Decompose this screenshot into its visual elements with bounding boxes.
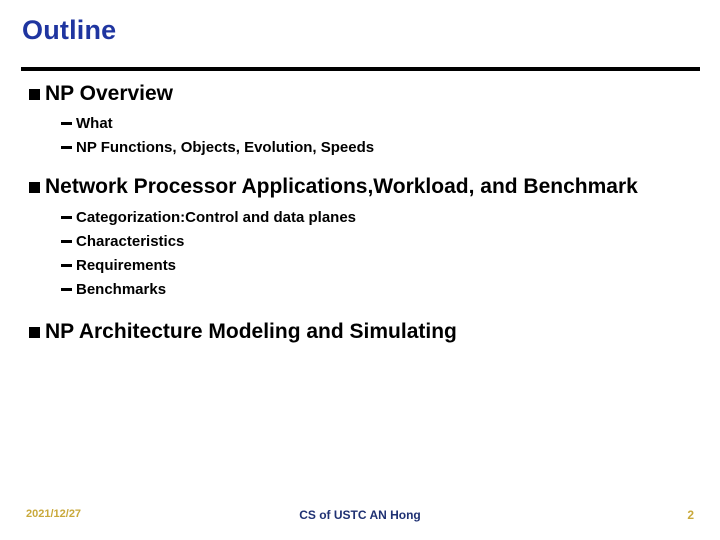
bullet-level2: Benchmarks (0, 278, 720, 302)
dash-bullet-icon (61, 122, 72, 126)
slide-body: NP Overview What NP Functions, Objects, … (0, 80, 720, 350)
bullet-level2-label: Characteristics (76, 232, 185, 250)
slide-footer: 2021/12/27 CS of USTC AN Hong 2 (0, 508, 720, 532)
bullet-level2: Requirements (0, 254, 720, 278)
bullet-level1-label: NP Overview (45, 82, 174, 105)
bullet-level2-group: Categorization:Control and data planes C… (0, 206, 720, 302)
bullet-level2-label: Benchmarks (76, 280, 167, 298)
dash-bullet-icon (61, 146, 72, 150)
bullet-level2-label: NP Functions, Objects, Evolution, Speeds (76, 139, 375, 157)
bullet-level2-label: What (76, 115, 113, 133)
page-title: Outline (22, 15, 117, 45)
bullet-level2-group: What NP Functions, Objects, Evolution, S… (0, 112, 720, 160)
dash-bullet-icon (61, 239, 72, 243)
title-divider-rule (21, 67, 700, 71)
dash-bullet-icon (61, 263, 72, 267)
filled-square-bullet-icon (29, 182, 40, 194)
dash-bullet-icon (61, 215, 72, 219)
bullet-level2: Characteristics (0, 230, 720, 254)
bullet-level2: NP Functions, Objects, Evolution, Speeds (0, 136, 720, 160)
bullet-level2-label: Requirements (76, 256, 177, 274)
filled-square-bullet-icon (29, 326, 40, 338)
bullet-level1: NP Overview (0, 80, 655, 108)
dash-bullet-icon (61, 287, 72, 291)
bullet-level2: Categorization:Control and data planes (0, 206, 720, 230)
footer-page-number: 2 (687, 508, 694, 522)
bullet-level2-label: Categorization:Control and data planes (76, 208, 357, 226)
bullet-level1: Network Processor Applications,Workload,… (0, 173, 655, 201)
bullet-level1: NP Architecture Modeling and Simulating (0, 318, 655, 346)
bullet-level2: What (0, 112, 720, 136)
filled-square-bullet-icon (29, 89, 40, 100)
presentation-slide: Outline NP Overview What NP Functions, O… (0, 0, 720, 540)
bullet-level1-label: Network Processor Applications,Workload,… (45, 175, 638, 199)
footer-center-text: CS of USTC AN Hong (299, 508, 421, 522)
bullet-level1-label: NP Architecture Modeling and Simulating (45, 319, 457, 343)
